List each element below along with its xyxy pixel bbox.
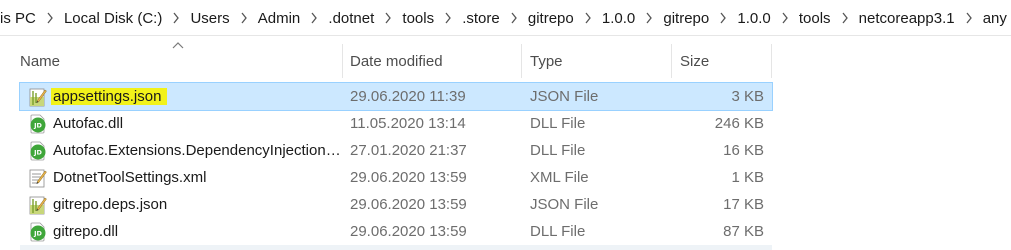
breadcrumb-item[interactable]: 1.0.0 [598, 10, 639, 27]
breadcrumb-item[interactable]: gitrepo [659, 10, 713, 27]
file-date-modified: 27.01.2020 21:37 [350, 142, 467, 159]
chevron-right-icon[interactable] [438, 0, 458, 36]
file-type: JSON File [530, 196, 599, 213]
chevron-right-icon[interactable] [40, 0, 60, 36]
breadcrumb-item[interactable]: Local Disk (C:) [60, 10, 166, 27]
column-header-date-label: Date modified [350, 52, 443, 70]
file-name-cell[interactable]: gitrepo.deps.json [20, 191, 342, 218]
json-file-icon [28, 87, 48, 107]
file-type: DLL File [530, 142, 586, 159]
file-date-modified: 11.05.2020 13:14 [350, 115, 466, 132]
chevron-right-icon[interactable] [959, 0, 979, 36]
chevron-right-icon[interactable] [504, 0, 524, 36]
file-type: DLL File [530, 115, 586, 132]
file-row[interactable]: JD Autofac.dll 11.05.2020 13:14 DLL File 246… [20, 110, 772, 137]
column-header-type-label: Type [530, 52, 563, 70]
file-type: DLL File [530, 223, 586, 240]
xml-file-icon [28, 168, 48, 188]
breadcrumb: is PC Local Disk (C:) Users Admin .dotnet too… [0, 0, 1011, 36]
breadcrumb-item[interactable]: 1.0.0 [733, 10, 774, 27]
file-size: 16 KB [723, 142, 764, 159]
column-header-size[interactable]: Size [672, 46, 772, 76]
column-header-type[interactable]: Type [522, 46, 671, 76]
file-date-modified: 29.06.2020 13:59 [350, 169, 467, 186]
breadcrumb-item[interactable]: .store [458, 10, 504, 27]
file-size: 246 KB [714, 115, 764, 132]
file-name: gitrepo.deps.json [53, 196, 168, 213]
file-type: JSON File [530, 88, 599, 105]
breadcrumb-item[interactable]: Admin [254, 10, 305, 27]
file-type: XML File [530, 169, 589, 186]
file-name: gitrepo.dll [53, 223, 119, 240]
breadcrumb-item[interactable]: .dotnet [324, 10, 378, 27]
column-header-size-label: Size [680, 52, 710, 70]
chevron-right-icon[interactable] [166, 0, 186, 36]
chevron-right-icon[interactable] [775, 0, 795, 36]
svg-text:JD: JD [33, 148, 42, 156]
file-name: Autofac.dll [53, 115, 124, 132]
file-date-modified: 29.06.2020 11:39 [350, 88, 466, 105]
svg-text:JD: JD [33, 229, 42, 237]
breadcrumb-item[interactable]: Users [186, 10, 233, 27]
column-header-name-label: Name [20, 52, 61, 70]
breadcrumb-item[interactable]: is PC [0, 10, 40, 27]
file-name-cell[interactable]: JD Autofac.Extensions.DependencyInjection… [20, 137, 342, 164]
address-bar[interactable]: is PC Local Disk (C:) Users Admin .dotnet too… [0, 0, 1011, 36]
breadcrumb-item[interactable]: tools [398, 10, 438, 27]
breadcrumb-item[interactable]: gitrepo [524, 10, 578, 27]
file-size: 87 KB [723, 223, 764, 240]
dll-file-icon: JD [28, 114, 48, 134]
list-bottom-edge [20, 245, 772, 250]
chevron-right-icon[interactable] [639, 0, 659, 36]
file-name-cell[interactable]: appsettings.json [20, 83, 342, 110]
file-list: appsettings.json 29.06.2020 11:39 JSON Fil… [19, 82, 773, 245]
chevron-right-icon[interactable] [234, 0, 254, 36]
file-row[interactable]: gitrepo.deps.json 29.06.2020 13:59 JSON Fi… [20, 191, 772, 218]
file-size: 1 KB [731, 169, 764, 186]
file-size: 17 KB [723, 196, 764, 213]
file-name: DotnetToolSettings.xml [53, 169, 207, 186]
svg-text:JD: JD [33, 121, 42, 129]
file-date-modified: 29.06.2020 13:59 [350, 196, 467, 213]
file-name: appsettings.json [51, 88, 168, 105]
file-name-cell[interactable]: DotnetToolSettings.xml [20, 164, 342, 191]
file-row[interactable]: JD gitrepo.dll 29.06.2020 13:59 DLL File 87 … [20, 218, 772, 245]
file-row[interactable]: JD Autofac.Extensions.DependencyInjection… [20, 137, 772, 164]
breadcrumb-item[interactable]: tools [795, 10, 835, 27]
column-divider[interactable] [771, 44, 772, 78]
column-header-date[interactable]: Date modified [343, 46, 521, 76]
chevron-right-icon[interactable] [578, 0, 598, 36]
file-name: Autofac.Extensions.DependencyInjection..… [53, 142, 342, 159]
dll-file-icon: JD [28, 141, 48, 161]
file-name-cell[interactable]: JD gitrepo.dll [20, 218, 342, 245]
column-header-name[interactable]: Name [20, 46, 342, 76]
dll-file-icon: JD [28, 222, 48, 242]
file-row[interactable]: appsettings.json 29.06.2020 11:39 JSON Fil… [19, 82, 773, 111]
file-date-modified: 29.06.2020 13:59 [350, 223, 467, 240]
file-size: 3 KB [731, 88, 764, 105]
chevron-right-icon[interactable] [835, 0, 855, 36]
file-row[interactable]: DotnetToolSettings.xml 29.06.2020 13:59 XM… [20, 164, 772, 191]
json-file-icon [28, 195, 48, 215]
chevron-right-icon[interactable] [378, 0, 398, 36]
breadcrumb-item[interactable]: netcoreapp3.1 [855, 10, 959, 27]
chevron-right-icon[interactable] [713, 0, 733, 36]
chevron-right-icon[interactable] [304, 0, 324, 36]
breadcrumb-item[interactable]: any [979, 10, 1011, 27]
file-name-cell[interactable]: JD Autofac.dll [20, 110, 342, 137]
